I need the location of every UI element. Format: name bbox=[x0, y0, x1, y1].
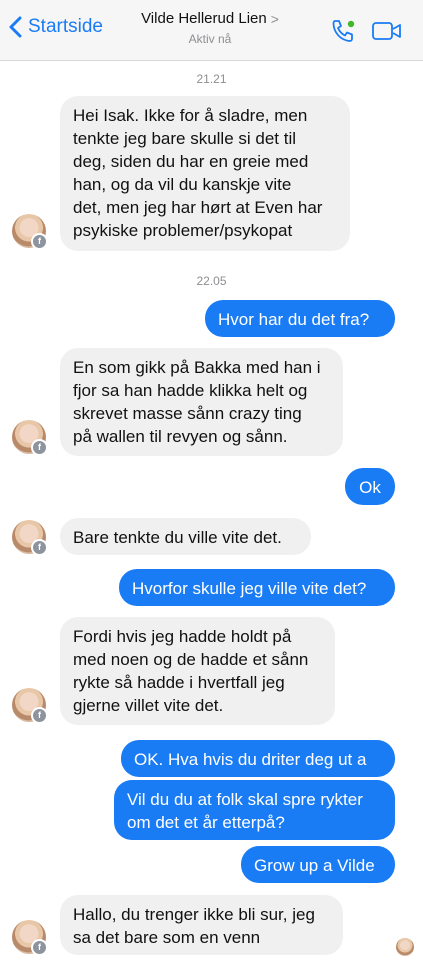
facebook-badge-icon: f bbox=[31, 539, 48, 556]
back-label: Startside bbox=[28, 16, 103, 37]
timestamp: 21.21 bbox=[196, 72, 227, 86]
phone-icon[interactable] bbox=[330, 19, 356, 43]
facebook-badge-icon: f bbox=[31, 439, 48, 456]
conversation-header: Startside Vilde Hellerud Lien > Aktiv nå bbox=[0, 0, 423, 61]
timestamp: 22.05 bbox=[196, 274, 227, 288]
incoming-message[interactable]: En som gikk på Bakka med han i fjor sa h… bbox=[60, 348, 343, 456]
seen-avatar bbox=[396, 938, 414, 956]
facebook-badge-icon: f bbox=[31, 233, 48, 250]
outgoing-message[interactable]: Hvorfor skulle jeg ville vite det? bbox=[119, 569, 395, 606]
incoming-message[interactable]: Hallo, du trenger ikke bli sur, jeg sa d… bbox=[60, 895, 343, 955]
active-status: Aktiv nå bbox=[188, 32, 232, 46]
back-button[interactable]: Startside bbox=[8, 16, 103, 38]
facebook-badge-icon: f bbox=[31, 939, 48, 956]
incoming-message[interactable]: Hei Isak. Ikke for å sladre, men tenkte … bbox=[60, 96, 350, 251]
contact-name: Vilde Hellerud Lien bbox=[141, 10, 267, 27]
incoming-message[interactable]: Bare tenkte du ville vite det. bbox=[60, 518, 311, 555]
outgoing-message[interactable]: Vil du du at folk skal spre rykter om de… bbox=[114, 780, 395, 840]
facebook-badge-icon: f bbox=[31, 707, 48, 724]
chevron-left-icon bbox=[9, 16, 22, 38]
contact-avatar[interactable]: f bbox=[12, 214, 48, 250]
video-camera-icon[interactable] bbox=[372, 22, 402, 40]
outgoing-message[interactable]: Grow up a Vilde bbox=[241, 846, 395, 883]
outgoing-message[interactable]: Hvor har du det fra? bbox=[205, 300, 395, 337]
contact-avatar[interactable]: f bbox=[12, 420, 48, 456]
contact-avatar[interactable]: f bbox=[12, 520, 48, 556]
contact-title[interactable]: Vilde Hellerud Lien > Aktiv nå bbox=[120, 10, 300, 46]
contact-avatar[interactable]: f bbox=[12, 920, 48, 956]
contact-avatar[interactable]: f bbox=[12, 688, 48, 724]
chevron-right-icon: > bbox=[270, 10, 279, 27]
incoming-message[interactable]: Fordi hvis jeg hadde holdt på med noen o… bbox=[60, 617, 335, 725]
outgoing-message[interactable]: OK. Hva hvis du driter deg ut a bbox=[121, 740, 395, 777]
outgoing-message[interactable]: Ok bbox=[345, 468, 395, 505]
